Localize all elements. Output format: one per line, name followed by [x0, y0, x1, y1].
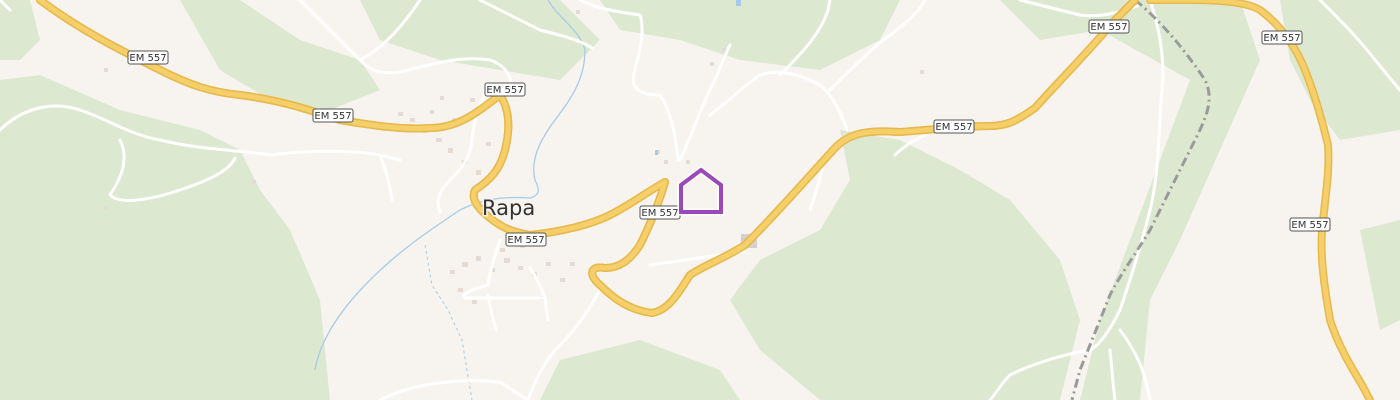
road-shield-label: EM 557: [1291, 220, 1328, 231]
road-shield-label: EM 557: [314, 111, 351, 122]
road-shield: EM 557: [127, 50, 169, 65]
road-shield-label: EM 557: [935, 122, 972, 133]
road-shield: EM 557: [505, 232, 547, 247]
road-shield: EM 557: [1088, 19, 1130, 34]
map-canvas[interactable]: EM 557 EM 557 EM 557 EM 557 EM 557 EM 55…: [0, 0, 1400, 400]
road-shield-label: EM 557: [1090, 22, 1127, 33]
road-shield: EM 557: [933, 119, 975, 134]
road-shield: EM 557: [312, 108, 354, 123]
road-shield-label: EM 557: [486, 85, 523, 96]
road-shield-label: EM 557: [507, 235, 544, 246]
road-shield: EM 557: [484, 82, 526, 97]
place-label: Rapa: [482, 196, 535, 220]
home-marker-icon[interactable]: [677, 165, 725, 216]
road-shield-label: EM 557: [641, 208, 678, 219]
road-shield-label: EM 557: [129, 53, 166, 64]
map-view[interactable]: EM 557 EM 557 EM 557 EM 557 EM 557 EM 55…: [0, 0, 1400, 400]
road-shield-label: EM 557: [1263, 33, 1300, 44]
road-shield: EM 557: [1261, 30, 1303, 45]
road-shield: EM 557: [1289, 217, 1331, 232]
road-shield: EM 557: [639, 205, 681, 220]
